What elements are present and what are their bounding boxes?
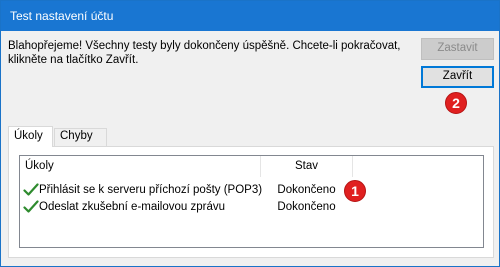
- column-header-tasks[interactable]: Úkoly: [20, 156, 260, 177]
- message-line-2: klikněte na tlačítko Zavřít.: [8, 54, 139, 66]
- tab-tasks[interactable]: Úkoly: [8, 126, 53, 147]
- task-status: Dokončeno: [277, 201, 336, 213]
- table-row[interactable]: Odeslat zkušební e-mailovou zprávu Dokon…: [20, 199, 483, 216]
- title-bar: Test nastavení účtu: [1, 1, 499, 31]
- task-name: Přihlásit se k serveru příchozí pošty (P…: [39, 184, 263, 196]
- success-message: Blahopřejeme! Všechny testy byly dokonče…: [8, 39, 408, 67]
- callout-badge-1: 1: [344, 180, 366, 202]
- message-line-1: Blahopřejeme! Všechny testy byly dokonče…: [8, 40, 401, 52]
- window-title: Test nastavení účtu: [10, 9, 114, 23]
- checkmark-icon: [23, 183, 39, 196]
- close-button[interactable]: Zavřít: [421, 66, 494, 88]
- account-test-dialog: Test nastavení účtu Blahopřejeme! Všechn…: [0, 0, 500, 267]
- stop-button[interactable]: Zastavit: [421, 38, 494, 60]
- column-header-status[interactable]: Stav: [260, 156, 353, 177]
- task-name: Odeslat zkušební e-mailovou zprávu: [39, 201, 226, 213]
- checkmark-icon: [23, 200, 39, 213]
- task-list: Úkoly Stav Přihlásit se k serveru přícho…: [19, 155, 484, 248]
- tab-panel: Úkoly Stav Přihlásit se k serveru přícho…: [8, 146, 494, 258]
- task-status: Dokončeno: [277, 184, 336, 196]
- callout-badge-2: 2: [445, 92, 467, 114]
- table-row[interactable]: Přihlásit se k serveru příchozí pošty (P…: [20, 182, 483, 199]
- tab-errors[interactable]: Chyby: [54, 128, 107, 146]
- list-header: Úkoly Stav: [20, 156, 483, 177]
